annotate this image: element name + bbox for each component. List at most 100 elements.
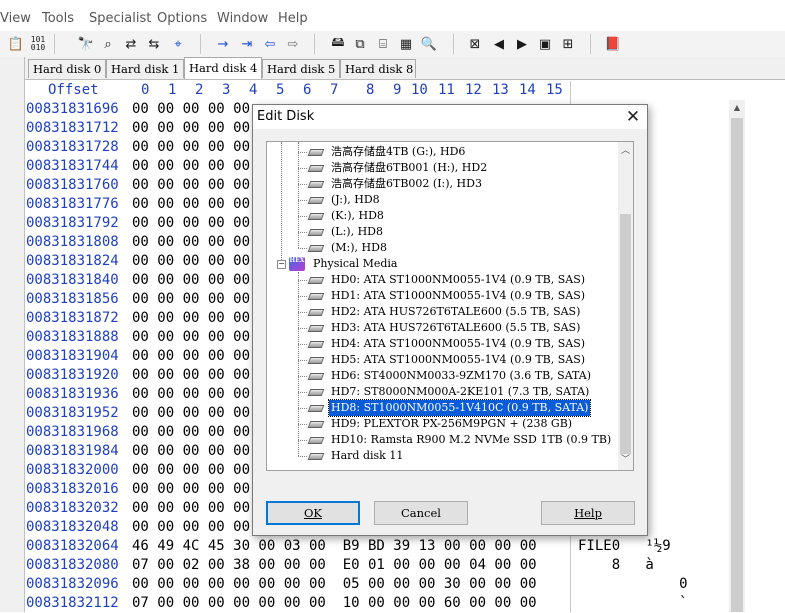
column-header: 4: [249, 82, 258, 98]
column-header: 1: [168, 82, 177, 98]
chevron-down-icon[interactable]: ﹀: [618, 453, 633, 468]
replace-icon[interactable]: ⇄: [121, 34, 141, 54]
tab-hard-disk-1[interactable]: Hard disk 1: [106, 59, 184, 78]
row-bytes[interactable]: 00 00 00 00 00: [132, 176, 250, 195]
hex-row[interactable]: 00831832112 07 00 00 00 00 00 00 00 10 00…: [25, 594, 730, 613]
hex-row[interactable]: 00831832080 07 00 02 00 38 00 00 00 E0 01…: [25, 556, 730, 575]
forward-icon[interactable]: ⇨: [283, 34, 303, 54]
menu-view[interactable]: View: [0, 11, 31, 26]
row-bytes[interactable]: 00 00 00 00 00: [132, 423, 250, 442]
row-bytes[interactable]: 00 00 00 00 00: [132, 442, 250, 461]
row-bytes[interactable]: 00 00 00 00 00: [132, 309, 250, 328]
find-again-icon[interactable]: ⌖: [168, 34, 188, 54]
column-header: 5: [276, 82, 285, 98]
row-bytes[interactable]: 07 00 00 00 00 00 00 00 10 00 00 00 60 0…: [132, 594, 537, 613]
prev-icon[interactable]: ◀: [489, 34, 509, 54]
menu-specialist[interactable]: Specialist: [89, 11, 151, 26]
row-offset: 00831832032: [26, 500, 119, 516]
row-bytes[interactable]: 00 00 00 00 00: [132, 480, 250, 499]
menu-help[interactable]: Help: [278, 11, 308, 26]
scrollbar-thumb[interactable]: [731, 118, 743, 612]
row-bytes[interactable]: 00 00 00 00 00: [132, 119, 250, 138]
collapse-icon[interactable]: −: [277, 260, 286, 269]
drive-icon: [307, 404, 323, 412]
row-bytes[interactable]: 00 00 00 00 00: [132, 157, 250, 176]
tree-connector: [298, 408, 307, 409]
ok-button[interactable]: OK: [266, 501, 360, 525]
close-icon[interactable]: ✕: [623, 107, 643, 127]
edit-disk-dialog: Edit Disk ✕ 浩高存储盘4TB (G:), HD6 浩高存储盘6TB00…: [252, 104, 648, 536]
tree-connector: [298, 392, 307, 393]
row-bytes[interactable]: 00 00 00 00 00: [132, 347, 250, 366]
goto-offset-icon[interactable]: →: [213, 34, 233, 54]
menu-tools[interactable]: Tools: [42, 11, 74, 26]
row-bytes[interactable]: 00 00 00 00 00: [132, 385, 250, 404]
row-bytes[interactable]: 00 00 00 00 00: [132, 290, 250, 309]
tape-icon[interactable]: ⌸: [373, 34, 393, 54]
back-icon[interactable]: ⇦: [260, 34, 280, 54]
replace-hex-icon[interactable]: ⇆: [144, 34, 164, 54]
scroll-up-arrow-icon[interactable]: ▲: [729, 100, 745, 116]
grid-icon[interactable]: ⊞: [558, 34, 578, 54]
book-icon[interactable]: 📕: [603, 34, 623, 54]
row-bytes[interactable]: 00 00 00 00 00: [132, 138, 250, 157]
chevron-up-icon[interactable]: ︿: [618, 144, 633, 159]
tab-hard-disk-4[interactable]: Hard disk 4: [184, 57, 262, 79]
row-bytes[interactable]: 46 49 4C 45 30 00 03 00 B9 BD 39 13 00 0…: [132, 537, 537, 556]
row-bytes[interactable]: 00 00 00 00 00: [132, 252, 250, 271]
ok-button-label: OK: [303, 506, 323, 520]
search-icon[interactable]: 🔍: [419, 34, 439, 54]
column-header: 0: [141, 82, 150, 98]
menu-options[interactable]: Options: [157, 11, 207, 26]
find-icon[interactable]: 🔭: [76, 34, 96, 54]
row-offset: 00831831824: [26, 253, 119, 269]
toolbar-separator: [453, 34, 454, 54]
row-bytes[interactable]: 00 00 00 00 00: [132, 499, 250, 518]
cancel-button[interactable]: Cancel: [374, 501, 468, 525]
find-hex-icon[interactable]: ⌕: [98, 34, 118, 54]
tab-hard-disk-8[interactable]: Hard disk 8: [340, 59, 416, 78]
row-bytes[interactable]: 00 00 00 00 00: [132, 328, 250, 347]
row-bytes[interactable]: 00 00 00 00 00 00 00 00 05 00 00 00 30 0…: [132, 575, 537, 594]
tab-hard-disk-5[interactable]: Hard disk 5: [262, 59, 340, 78]
binary-icon[interactable]: 101 010: [28, 34, 48, 54]
row-offset: 00831831792: [26, 215, 119, 231]
row-bytes[interactable]: 00 00 00 00 00: [132, 214, 250, 233]
tab-hard-disk-0[interactable]: Hard disk 0: [28, 59, 106, 78]
tree-scrollbar-thumb[interactable]: [620, 214, 631, 454]
row-ascii[interactable]: `: [578, 594, 687, 613]
drive-icon: [307, 196, 323, 204]
camera-icon[interactable]: ▣: [535, 34, 555, 54]
tree-connector: [298, 200, 307, 201]
disk-icon[interactable]: 🖴: [328, 34, 348, 54]
paste-icon[interactable]: 📋: [6, 34, 26, 54]
row-bytes[interactable]: 00 00 00 00 00: [132, 518, 250, 537]
tree-item-label: (K:), HD8: [331, 209, 384, 222]
row-bytes[interactable]: 07 00 02 00 38 00 00 00 E0 01 00 00 00 0…: [132, 556, 537, 575]
row-ascii[interactable]: 0: [578, 575, 687, 594]
tree-connector: [298, 344, 307, 345]
row-bytes[interactable]: 00 00 00 00 00: [132, 100, 250, 119]
row-bytes[interactable]: 00 00 00 00 00: [132, 404, 250, 423]
row-ascii[interactable]: 8 à: [578, 556, 654, 575]
clear-icon[interactable]: ⊠: [465, 34, 485, 54]
row-bytes[interactable]: 00 00 00 00 00: [132, 195, 250, 214]
row-offset: 00831831920: [26, 367, 119, 383]
drive-icon: [307, 356, 323, 364]
calculator-icon[interactable]: ▦: [396, 34, 416, 54]
next-icon[interactable]: ▶: [512, 34, 532, 54]
tree-item-label: HD5: ATA ST1000NM0055-1V4 (0.9 TB, SAS): [331, 353, 586, 366]
help-button[interactable]: Help: [541, 501, 635, 525]
hex-row[interactable]: 00831832064 46 49 4C 45 30 00 03 00 B9 BD…: [25, 537, 730, 556]
row-bytes[interactable]: 00 00 00 00 00: [132, 233, 250, 252]
row-ascii[interactable]: FILE0 ¹½9: [578, 537, 671, 556]
row-bytes[interactable]: 00 00 00 00 00: [132, 271, 250, 290]
menu-window[interactable]: Window: [217, 11, 268, 26]
drive-icon: [307, 372, 323, 380]
copy-disk-icon[interactable]: ⧉: [350, 34, 370, 54]
row-bytes[interactable]: 00 00 00 00 00: [132, 366, 250, 385]
row-bytes[interactable]: 00 00 00 00 00: [132, 461, 250, 480]
disk-tree[interactable]: 浩高存储盘4TB (G:), HD6 浩高存储盘6TB001 (H:), HD2 浩…: [266, 141, 634, 471]
hex-row[interactable]: 00831832096 00 00 00 00 00 00 00 00 05 00…: [25, 575, 730, 594]
goto-bookmark-icon[interactable]: ⇥: [237, 34, 257, 54]
